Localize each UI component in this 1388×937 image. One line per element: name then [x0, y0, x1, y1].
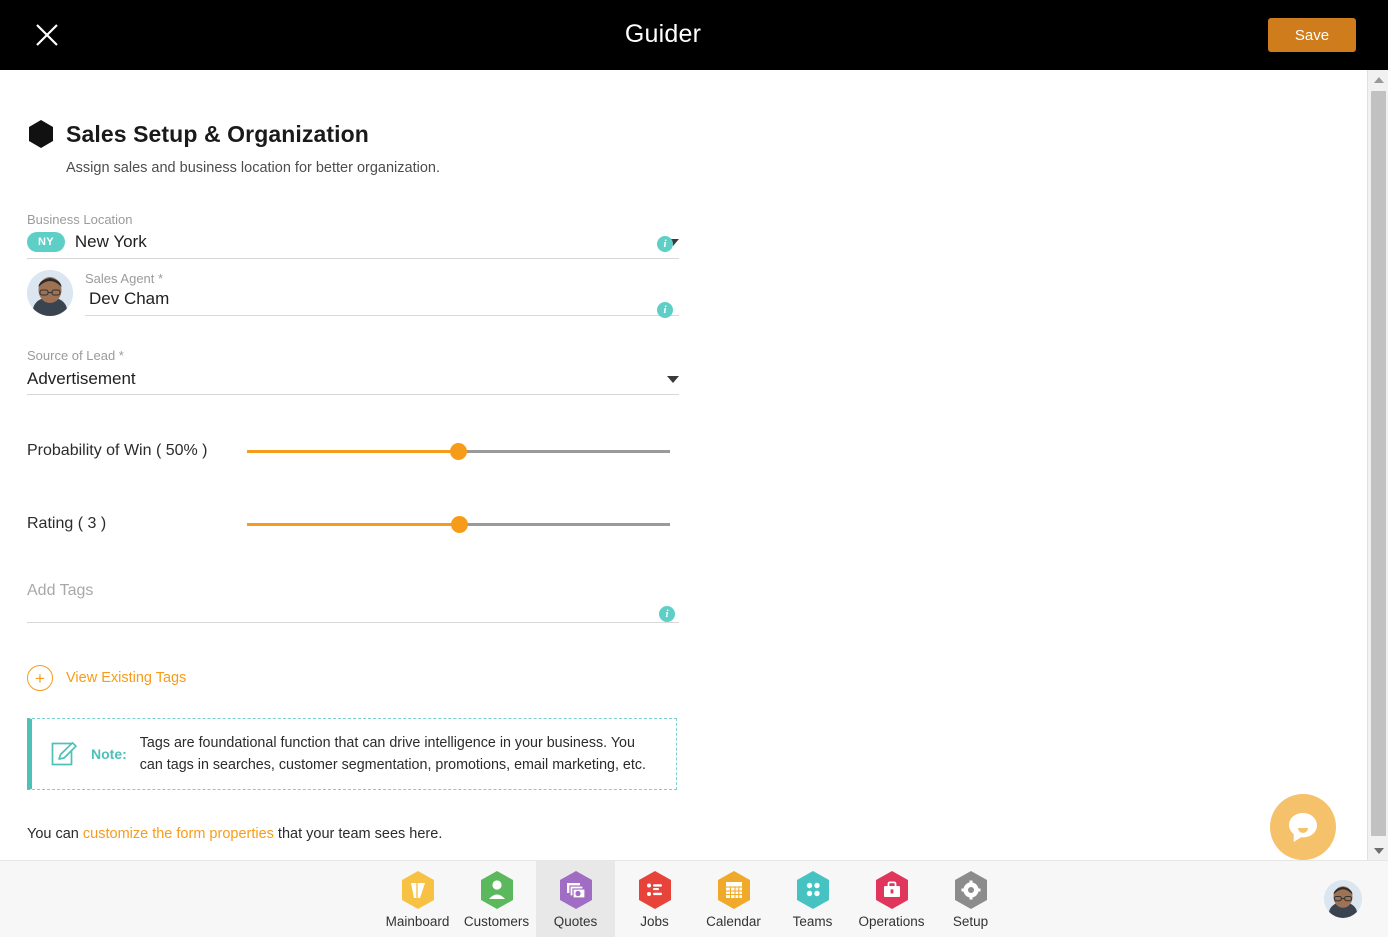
slider-rating[interactable]: Rating ( 3 ): [27, 513, 679, 535]
slider-probability-of-win[interactable]: Probability of Win ( 50% ): [27, 440, 679, 462]
nav-item-label: Teams: [792, 913, 833, 929]
nav-item-label: Operations: [858, 913, 925, 929]
section-title: Sales Setup & Organization: [66, 120, 369, 147]
sales-agent-avatar: [27, 270, 73, 316]
scrollbar-thumb[interactable]: [1371, 91, 1386, 836]
nav-item-label: Jobs: [640, 913, 669, 929]
slider-fill: [247, 523, 459, 526]
sales-agent-info-icon[interactable]: i: [657, 302, 673, 318]
customize-form-properties-link[interactable]: customize the form properties: [83, 826, 274, 842]
add-tags-info-icon[interactable]: i: [659, 606, 675, 622]
nav-item-label: Quotes: [553, 913, 598, 929]
business-location-value: New York: [74, 232, 147, 251]
nav-item-jobs[interactable]: Jobs: [615, 861, 694, 937]
business-location-badge: NY: [27, 232, 65, 252]
field-underline: [85, 315, 679, 316]
nav-item-calendar[interactable]: Calendar: [694, 861, 773, 937]
chat-bubble-icon: [1289, 813, 1317, 842]
top-bar: Guider Save: [0, 0, 1388, 70]
page-title: Guider: [624, 20, 702, 48]
business-location-label: Business Location: [27, 212, 133, 227]
nav-item-mainboard[interactable]: Mainboard: [378, 861, 457, 937]
chevron-down-icon[interactable]: [667, 375, 679, 383]
form-column: Sales Setup & Organization Assign sales …: [27, 70, 687, 842]
avatar-face-icon: [1324, 880, 1362, 918]
nav-item-label: Setup: [952, 913, 989, 929]
note-text: Tags are foundational function that can …: [139, 735, 646, 773]
note-callout: Note: Tags are foundational function tha…: [27, 718, 677, 790]
rating-track[interactable]: [247, 513, 670, 535]
sales-agent-value: Dev Cham: [89, 289, 170, 308]
field-underline: [27, 622, 679, 623]
customers-icon: [480, 870, 513, 909]
rating-label: Rating ( 3 ): [27, 515, 107, 532]
nav-item-quotes[interactable]: Quotes: [536, 860, 615, 937]
footer-note-suffix: that your team sees here.: [273, 826, 443, 842]
quotes-icon: [559, 870, 592, 909]
section-subtitle: Assign sales and business location for b…: [66, 160, 440, 176]
edit-note-icon: [51, 741, 77, 766]
slider-thumb[interactable]: [451, 516, 468, 533]
field-business-location[interactable]: Business Location NY New York i: [27, 212, 679, 259]
field-underline: [27, 394, 679, 395]
nav-items: Mainboard Customers Quotes Jobs Calendar Team…: [378, 860, 1010, 937]
field-source-of-lead[interactable]: Source of Lead * Advertisement: [27, 348, 679, 395]
user-avatar[interactable]: [1324, 880, 1362, 918]
business-location-info-icon[interactable]: i: [657, 236, 673, 252]
slider-fill: [247, 450, 458, 453]
field-underline: [27, 258, 679, 259]
app-window: Guider Save Sales Setup & Organization A…: [0, 0, 1388, 937]
view-existing-tags-label: View Existing Tags: [66, 670, 187, 686]
plus-circle-icon: +: [27, 665, 53, 691]
save-button[interactable]: Save: [1268, 18, 1356, 52]
main-content: Sales Setup & Organization Assign sales …: [0, 70, 1367, 860]
scroll-down-arrow-icon[interactable]: [1368, 841, 1388, 860]
hexagon-bullet-icon: [29, 120, 53, 148]
avatar-face-icon: [27, 270, 73, 316]
field-sales-agent[interactable]: Sales Agent * Dev Cham i: [27, 270, 679, 318]
vertical-scrollbar[interactable]: [1367, 70, 1388, 860]
sales-agent-label: Sales Agent *: [85, 271, 164, 286]
source-of-lead-value: Advertisement: [27, 369, 136, 388]
nav-item-label: Calendar: [706, 913, 761, 929]
operations-icon: [875, 870, 908, 909]
nav-item-setup[interactable]: Setup: [931, 861, 1010, 937]
nav-item-label: Mainboard: [385, 913, 450, 929]
chat-bubble-button[interactable]: [1270, 794, 1336, 860]
nav-item-teams[interactable]: Teams: [773, 861, 852, 937]
section-header: Sales Setup & Organization: [27, 118, 687, 150]
scroll-up-arrow-icon[interactable]: [1368, 70, 1388, 89]
jobs-icon: [638, 870, 671, 909]
view-existing-tags-button[interactable]: + View Existing Tags: [27, 665, 186, 691]
nav-item-label: Customers: [463, 913, 530, 929]
mainboard-icon: [401, 870, 434, 909]
field-add-tags[interactable]: Add Tags i: [27, 582, 679, 623]
footer-note-prefix: You can: [27, 826, 83, 842]
nav-item-customers[interactable]: Customers: [457, 861, 536, 937]
setup-icon: [954, 870, 987, 909]
note-word: Note:: [91, 746, 127, 762]
slider-thumb[interactable]: [450, 443, 467, 460]
teams-icon: [796, 870, 829, 909]
source-of-lead-label: Source of Lead *: [27, 348, 124, 363]
footer-note: You can customize the form properties th…: [27, 826, 442, 842]
calendar-icon: [717, 870, 750, 909]
nav-item-operations[interactable]: Operations: [852, 861, 931, 937]
bottom-navigation-bar: Mainboard Customers Quotes Jobs Calendar Team…: [0, 860, 1388, 937]
add-tags-placeholder[interactable]: Add Tags: [27, 582, 679, 622]
probability-of-win-label: Probability of Win ( 50% ): [27, 442, 208, 459]
probability-of-win-track[interactable]: [247, 440, 670, 462]
